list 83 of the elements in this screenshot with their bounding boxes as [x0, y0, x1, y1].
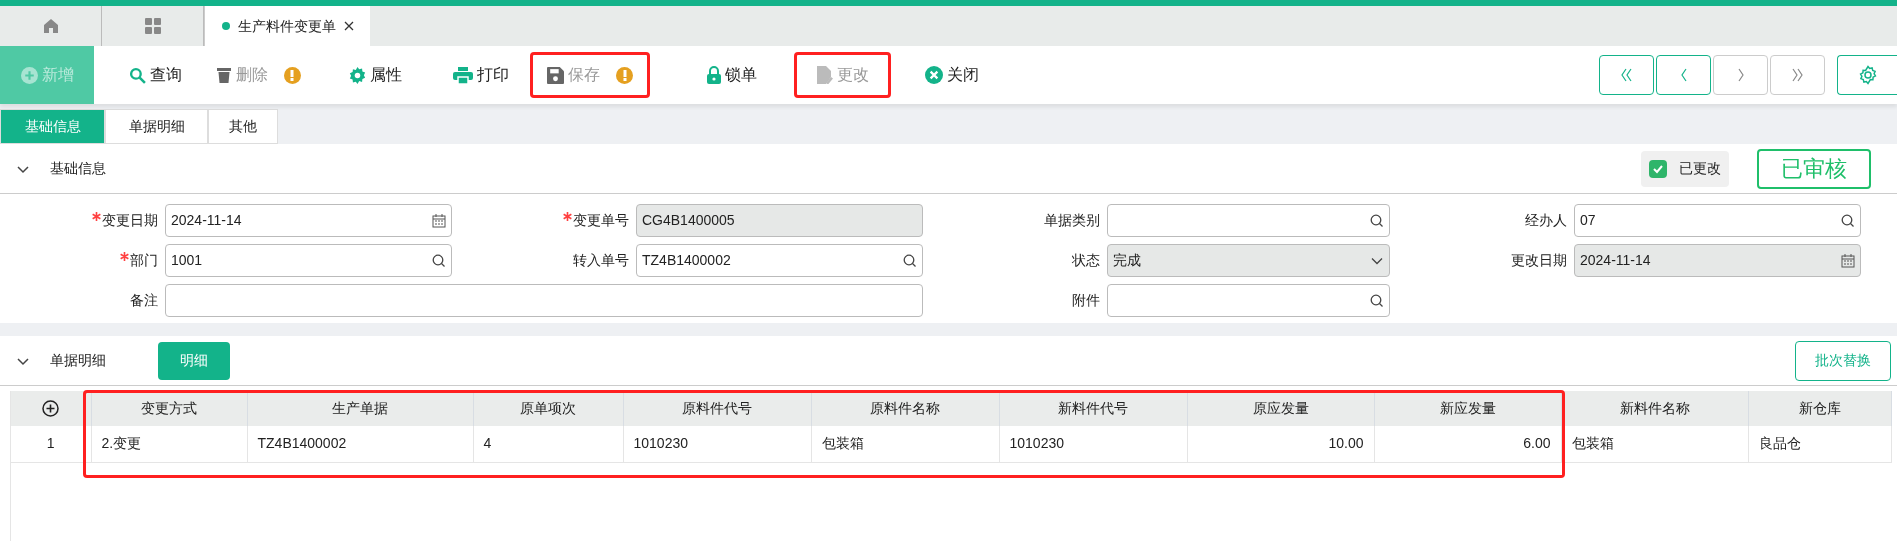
search-icon[interactable]: [1370, 293, 1384, 308]
column-header: 原料件名称: [811, 391, 999, 426]
search-icon[interactable]: [903, 253, 917, 268]
select-field[interactable]: 完成: [1107, 244, 1390, 277]
field-label: 备注: [129, 291, 158, 310]
field-label: 部门: [0, 250, 158, 271]
toolbar-button[interactable]: 打印: [436, 46, 526, 104]
toolbar-button[interactable]: 关闭: [907, 46, 997, 104]
home-icon: [41, 17, 60, 35]
input-field[interactable]: 1001: [165, 244, 452, 277]
row-number: 1: [11, 426, 91, 462]
last-page-icon: [1792, 68, 1803, 82]
search-icon[interactable]: [1841, 213, 1855, 228]
input-field[interactable]: 07: [1574, 204, 1861, 237]
table-cell: 10.00: [1187, 426, 1374, 462]
add-row-icon[interactable]: [42, 400, 60, 417]
table-cell: 4: [473, 426, 623, 462]
input-field[interactable]: TZ4B1400002: [636, 244, 923, 277]
table-cell: 包装箱: [1561, 426, 1748, 462]
toolbar-button[interactable]: 属性: [330, 46, 420, 104]
printer-icon: [453, 66, 473, 84]
section-tab[interactable]: 其他: [208, 109, 278, 144]
toolbar-button[interactable]: 查询: [110, 46, 200, 104]
table-cell: 6.00: [1374, 426, 1561, 462]
section-title: 基础信息: [50, 159, 106, 178]
column-header: 生产单据: [247, 391, 473, 426]
table-cell: 良品仓: [1748, 426, 1891, 462]
field-label: 转入单号: [572, 251, 629, 270]
date-field[interactable]: 2024-11-14: [1574, 244, 1861, 277]
table-cell: TZ4B1400002: [247, 426, 473, 462]
input-field[interactable]: [1107, 284, 1390, 317]
column-header: 原应发量: [1187, 391, 1374, 426]
field-label: 变更单号: [459, 210, 629, 231]
field-label: 变更日期: [0, 210, 158, 231]
required-icon: [120, 252, 129, 261]
field-label: 附件: [1071, 291, 1100, 310]
column-header: 原料件代号: [623, 391, 811, 426]
section-title: 单据明细: [50, 351, 107, 370]
grid-icon: [143, 17, 162, 35]
toolbar-button[interactable]: 锁单: [684, 46, 780, 104]
column-header: 新料件代号: [999, 391, 1187, 426]
required-icon: [563, 212, 572, 221]
lock-icon: [707, 66, 721, 84]
field-label: 单据类别: [1043, 211, 1100, 230]
field-label: 经办人: [1524, 211, 1567, 230]
settings-icon: [1857, 65, 1878, 85]
document-edit-icon: [816, 66, 833, 84]
calendar-icon[interactable]: [432, 213, 446, 228]
column-header: 变更方式: [91, 391, 247, 426]
column-header: 新仓库: [1748, 391, 1891, 426]
previous-button[interactable]: [1656, 55, 1711, 95]
column-header: 新应发量: [1374, 391, 1561, 426]
table-cell: 1010230: [623, 426, 811, 462]
first-button[interactable]: [1599, 55, 1654, 95]
calendar-icon[interactable]: [1841, 253, 1855, 268]
table-cell: 包装箱: [811, 426, 999, 462]
page-tab[interactable]: 生产料件变更单: [204, 6, 370, 46]
search-icon: [128, 66, 146, 84]
first-page-icon: [1621, 68, 1632, 82]
close-icon: [925, 66, 943, 84]
close-icon[interactable]: [343, 21, 354, 31]
date-field[interactable]: 2024-11-14: [165, 204, 452, 237]
search-icon[interactable]: [432, 253, 446, 268]
settings-icon: [348, 66, 366, 84]
field-label: 状态: [1071, 251, 1100, 270]
changed-checkbox[interactable]: 已更改: [1641, 150, 1729, 187]
table-cell: 2.变更: [91, 426, 247, 462]
input-field[interactable]: [165, 284, 923, 317]
previous-icon: [1679, 68, 1688, 82]
section-tab[interactable]: 单据明细: [105, 109, 208, 144]
save-icon: [547, 66, 564, 84]
search-icon[interactable]: [1370, 213, 1384, 228]
input-field[interactable]: [1107, 204, 1390, 237]
plus-circle-icon: [20, 66, 38, 84]
next-icon: [1736, 68, 1745, 82]
table-cell: 1010230: [999, 426, 1187, 462]
column-header: 原单项次: [473, 391, 623, 426]
trash-icon: [215, 66, 232, 84]
input-field[interactable]: CG4B1400005: [636, 204, 923, 237]
field-label: 更改日期: [1510, 251, 1567, 270]
settings-button[interactable]: [1837, 55, 1897, 95]
approved-badge: 已审核: [1757, 148, 1871, 189]
required-icon: [92, 212, 101, 221]
